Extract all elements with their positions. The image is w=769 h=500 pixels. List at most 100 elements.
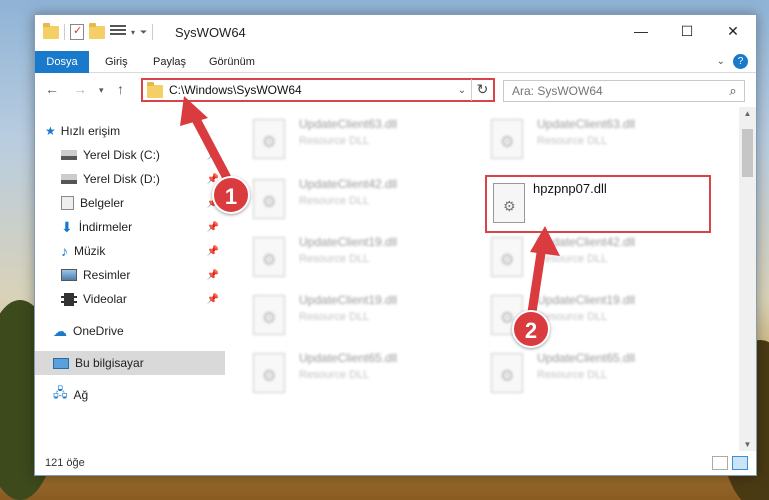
videos-icon — [61, 292, 77, 306]
tab-gorunum[interactable]: Görünüm — [199, 51, 265, 73]
pin-icon[interactable]: 📌 — [207, 294, 219, 305]
folder-icon — [147, 82, 163, 98]
chevron-down-icon[interactable]: ⌄ — [453, 85, 471, 96]
scroll-up-icon[interactable]: ▲ — [739, 109, 756, 118]
file-tile[interactable]: UpdateClient65.dll Resource DLL — [491, 349, 701, 401]
file-tile[interactable]: UpdateClient63.dll Resource DLL — [491, 115, 701, 167]
pin-icon[interactable]: 📌 — [207, 270, 219, 281]
address-bar[interactable]: C:\Windows\SysWOW64 ⌄ ↻ — [141, 78, 495, 102]
new-folder-icon[interactable] — [89, 22, 105, 39]
sidebar-item-network[interactable]: 🖧 Ağ — [35, 383, 225, 407]
step-marker-2: 2 — [512, 310, 550, 348]
sidebar-item-pictures[interactable]: Resimler 📌 — [35, 263, 225, 287]
pin-icon[interactable]: 📌 — [207, 246, 219, 257]
file-name: UpdateClient42.dll — [299, 177, 398, 191]
file-tile[interactable]: UpdateClient19.dll Resource DLL — [253, 233, 463, 285]
properties-icon[interactable] — [70, 24, 84, 40]
dll-file-icon — [491, 353, 523, 393]
sidebar-item-onedrive[interactable]: ☁ OneDrive — [35, 319, 225, 343]
explorer-window: ▾ ⏷ SysWOW64 — ☐ ✕ Dosya Giriş Paylaş Gö… — [34, 14, 757, 476]
chevron-down-icon[interactable]: ⌄ — [717, 56, 725, 67]
window-title: SysWOW64 — [175, 25, 246, 40]
file-tile[interactable]: UpdateClient42.dll Resource DLL — [491, 233, 701, 285]
customize-toolbar-icon[interactable]: ⏷ — [140, 27, 147, 38]
sidebar-item-downloads[interactable]: ⬇ İndirmeler 📌 — [35, 215, 225, 239]
file-name: UpdateClient63.dll — [537, 117, 636, 131]
tab-dosya[interactable]: Dosya — [35, 51, 89, 73]
details-view-icon[interactable] — [712, 456, 728, 470]
sidebar-item-label: Ağ — [73, 388, 89, 402]
separator — [152, 24, 154, 40]
sidebar-item-label: Resimler — [83, 268, 131, 282]
sidebar-item-disk-d[interactable]: Yerel Disk (D:) 📌 — [35, 167, 225, 191]
dll-file-icon — [253, 237, 285, 277]
sidebar-item-this-pc[interactable]: Bu bilgisayar — [35, 351, 225, 375]
vertical-scrollbar[interactable]: ▲ ▼ — [739, 107, 756, 451]
forward-arrow-icon[interactable]: → — [73, 81, 87, 97]
network-icon: 🖧 — [53, 385, 68, 400]
file-name: UpdateClient19.dll — [299, 235, 398, 249]
sidebar-item-label: Hızlı erişim — [60, 124, 121, 138]
close-button[interactable]: ✕ — [710, 15, 756, 47]
recent-locations-icon[interactable]: ▾ — [99, 85, 104, 96]
file-name: UpdateClient63.dll — [299, 117, 398, 131]
tiles-view-icon[interactable] — [732, 456, 748, 470]
view-toggle — [712, 456, 748, 470]
sidebar-item-documents[interactable]: Belgeler 📌 — [35, 191, 225, 215]
search-input[interactable] — [512, 84, 722, 98]
refresh-button[interactable]: ↻ — [471, 79, 493, 101]
file-description: Resource DLL — [537, 253, 608, 265]
scroll-down-icon[interactable]: ▼ — [739, 440, 756, 449]
sidebar-item-music[interactable]: ♪ Müzik 📌 — [35, 239, 225, 263]
music-icon: ♪ — [61, 243, 68, 259]
maximize-button[interactable]: ☐ — [664, 15, 710, 47]
dll-file-icon — [491, 237, 523, 277]
star-icon: ★ — [45, 124, 56, 138]
file-name: UpdateClient65.dll — [299, 351, 398, 365]
tab-paylas[interactable]: Paylaş — [143, 51, 196, 73]
file-tile[interactable]: UpdateClient19.dll Resource DLL — [253, 291, 463, 343]
file-tile[interactable]: UpdateClient42.dll Resource DLL — [253, 175, 463, 227]
minimize-button[interactable]: — — [618, 15, 664, 47]
view-options-icon[interactable] — [110, 25, 126, 39]
pin-icon[interactable]: 📌 — [207, 150, 219, 161]
sidebar-item-label: Videolar — [83, 292, 127, 306]
file-tile[interactable]: UpdateClient63.dll Resource DLL — [253, 115, 463, 167]
tab-giris[interactable]: Giriş — [95, 51, 138, 73]
separator — [64, 24, 65, 40]
search-box[interactable]: ⌕ — [503, 80, 745, 102]
drive-icon — [61, 174, 77, 184]
chevron-down-icon[interactable]: ▾ — [131, 28, 135, 37]
file-name: UpdateClient19.dll — [537, 293, 636, 307]
file-tile[interactable]: UpdateClient65.dll Resource DLL — [253, 349, 463, 401]
highlighted-file-tile[interactable]: hpzpnp07.dll — [485, 175, 711, 233]
file-description: Resource DLL — [299, 253, 370, 265]
address-path[interactable]: C:\Windows\SysWOW64 — [169, 83, 453, 97]
dll-file-icon — [253, 295, 285, 335]
search-icon[interactable]: ⌕ — [722, 83, 744, 99]
file-description: Resource DLL — [299, 369, 370, 381]
pin-icon[interactable]: 📌 — [207, 222, 219, 233]
file-description: Resource DLL — [299, 135, 370, 147]
sidebar-item-label: İndirmeler — [78, 220, 133, 234]
ribbon-tabs: Dosya Giriş Paylaş Görünüm ⌄ ? — [35, 51, 756, 73]
sidebar-item-disk-c[interactable]: Yerel Disk (C:) 📌 — [35, 143, 225, 167]
file-name: UpdateClient65.dll — [537, 351, 636, 365]
scrollbar-thumb[interactable] — [742, 129, 753, 177]
sidebar-item-videos[interactable]: Videolar 📌 — [35, 287, 225, 311]
dll-file-icon — [253, 179, 285, 219]
sidebar-item-label: Belgeler — [80, 196, 125, 210]
pictures-icon — [61, 269, 77, 281]
folder-icon — [43, 22, 59, 39]
dll-file-icon — [491, 119, 523, 159]
up-arrow-icon[interactable]: ↑ — [117, 81, 124, 97]
back-arrow-icon[interactable]: ← — [45, 81, 59, 97]
sidebar-item-quick-access[interactable]: ★ Hızlı erişim — [35, 119, 225, 143]
step-marker-1: 1 — [212, 176, 250, 214]
computer-icon — [53, 357, 69, 369]
cloud-icon: ☁ — [53, 322, 67, 339]
file-description: Resource DLL — [299, 195, 370, 207]
sidebar-item-label: Müzik — [74, 244, 106, 258]
help-icon[interactable]: ? — [733, 54, 748, 69]
file-list: UpdateClient63.dll Resource DLL UpdateCl… — [225, 107, 756, 451]
